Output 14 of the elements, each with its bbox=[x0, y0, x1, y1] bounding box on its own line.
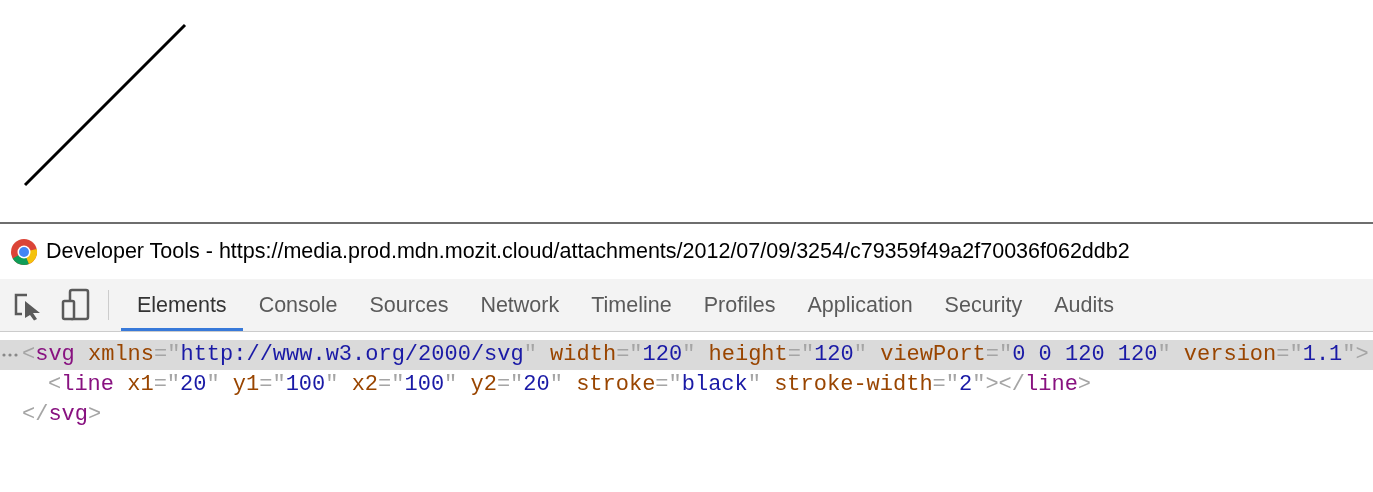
panel-tab[interactable]: Timeline bbox=[575, 279, 688, 331]
panel-tab[interactable]: Application bbox=[791, 279, 929, 331]
ellipsis-icon[interactable] bbox=[2, 353, 20, 357]
dom-node-line[interactable]: </svg> bbox=[22, 400, 1373, 430]
panel-tab[interactable]: Sources bbox=[353, 279, 465, 331]
circle-logo-icon bbox=[10, 237, 38, 266]
panel-tab[interactable]: Audits bbox=[1038, 279, 1131, 331]
panel-tab[interactable]: Elements bbox=[121, 279, 243, 331]
dom-node-line[interactable]: <line x1="20" y1="100" x2="100" y2="20" stroke="black" stroke-width="2"></line> bbox=[48, 370, 1373, 400]
panel-tab[interactable]: Profiles bbox=[687, 279, 792, 331]
panel-tab[interactable]: Console bbox=[242, 279, 354, 331]
window-title: Developer Tools - https://media.prod.mdn.mozit.cloud/attachments/2012/07/09/3254/c79359f49a2f70036f062ddb2 bbox=[46, 239, 1130, 264]
panel-tab[interactable]: Network bbox=[464, 279, 576, 331]
panel-tab[interactable]: Security bbox=[928, 279, 1039, 331]
